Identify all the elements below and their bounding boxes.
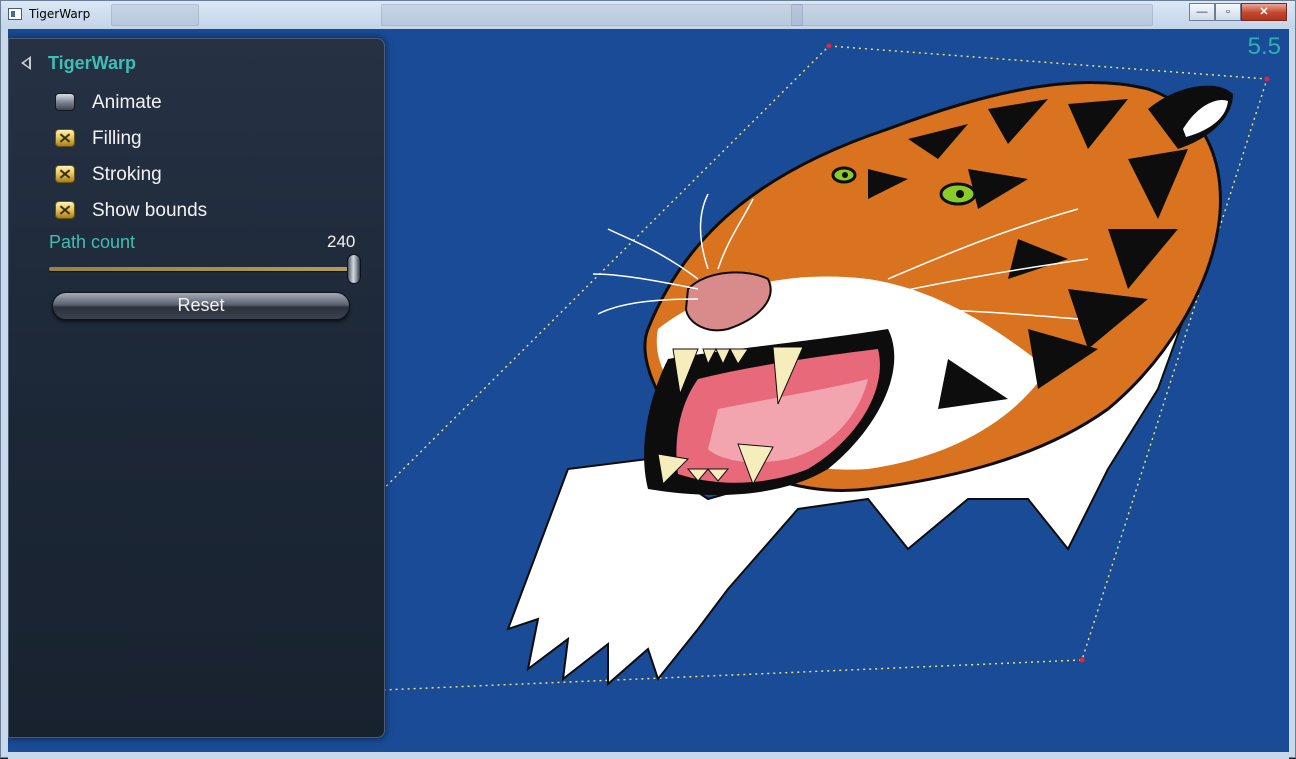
background-window-ghost — [791, 4, 1153, 26]
path-count-slider-handle[interactable] — [347, 254, 361, 284]
animate-checkbox[interactable] — [55, 93, 75, 111]
path-count-label: Path count — [49, 232, 136, 252]
path-count-slider-track[interactable] — [49, 267, 355, 271]
stroking-checkbox-row[interactable]: Stroking — [55, 163, 335, 187]
maximize-button[interactable]: ▫ — [1215, 3, 1241, 21]
panel-header[interactable]: TigerWarp — [21, 51, 321, 75]
panel-title: TigerWarp — [48, 53, 137, 73]
close-icon: ✕ — [1259, 6, 1269, 18]
tiger-illustration — [506, 81, 1233, 687]
app-window: TigerWarp — ▫ ✕ 5.5 TigerWarp Animate Fi… — [0, 0, 1296, 759]
filling-label: Filling — [92, 128, 142, 149]
warp-corner-handle — [1079, 657, 1085, 663]
background-window-ghost — [111, 4, 199, 26]
fps-counter: 5.5 — [1247, 33, 1281, 60]
minimize-button[interactable]: — — [1189, 3, 1215, 21]
path-count-value: 240 — [327, 232, 356, 251]
maximize-icon: ▫ — [1226, 6, 1230, 18]
app-icon — [8, 8, 22, 20]
stroking-checkbox[interactable] — [55, 165, 75, 183]
show-bounds-checkbox[interactable] — [55, 201, 75, 219]
render-canvas[interactable]: 5.5 TigerWarp Animate Filling Stroking S… — [8, 29, 1289, 752]
warp-corner-handle — [1264, 76, 1270, 82]
settings-panel: TigerWarp Animate Filling Stroking Show … — [8, 38, 385, 738]
show-bounds-label: Show bounds — [92, 200, 208, 221]
animate-label: Animate — [92, 92, 162, 113]
minimize-icon: — — [1196, 6, 1208, 18]
back-arrow-icon[interactable] — [21, 56, 31, 70]
show-bounds-checkbox-row[interactable]: Show bounds — [55, 199, 335, 223]
window-title: TigerWarp — [29, 7, 91, 21]
filling-checkbox-row[interactable]: Filling — [55, 127, 335, 151]
title-bar[interactable]: TigerWarp — ▫ ✕ — [1, 1, 1295, 29]
stroking-label: Stroking — [92, 164, 162, 185]
close-button[interactable]: ✕ — [1241, 3, 1287, 21]
warp-corner-handle — [826, 43, 832, 49]
animate-checkbox-row[interactable]: Animate — [55, 91, 335, 115]
reset-button[interactable]: Reset — [52, 292, 350, 320]
filling-checkbox[interactable] — [55, 129, 75, 147]
background-window-ghost — [381, 4, 803, 26]
